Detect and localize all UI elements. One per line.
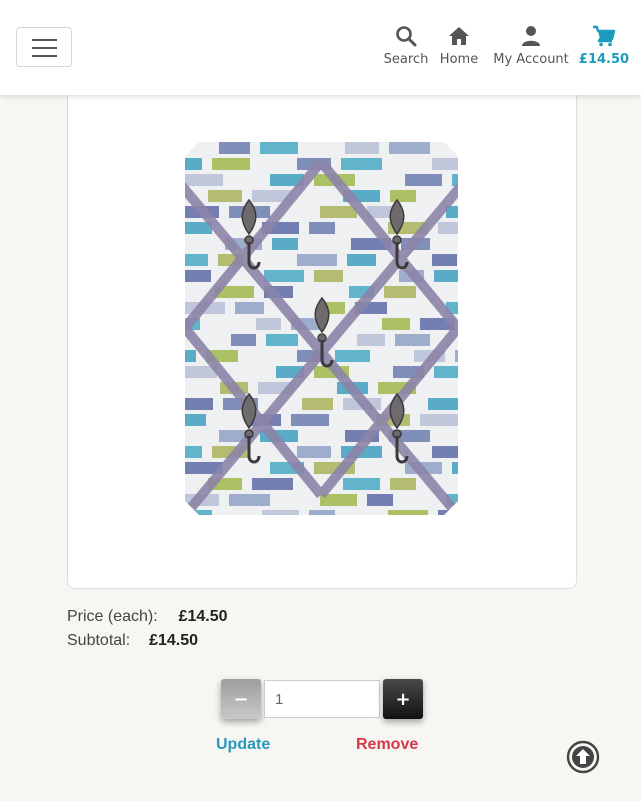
quantity-stepper: − + — [221, 679, 423, 719]
fabric-stripe — [405, 174, 442, 186]
remove-link[interactable]: Remove — [356, 736, 418, 754]
fabric-stripe — [347, 254, 376, 266]
price-each-label: Price (each): — [67, 608, 158, 625]
fabric-stripe — [235, 302, 264, 314]
fabric-stripe — [185, 510, 212, 515]
site-header: Search Home My Account £14.50 — [0, 0, 641, 95]
fabric-stripe — [252, 478, 293, 490]
fabric-stripe — [272, 238, 298, 250]
fabric-stripe — [185, 158, 202, 170]
fabric-stripe — [432, 254, 457, 266]
fabric-stripe — [297, 254, 337, 266]
price-each-line: Price (each): £14.50 — [67, 608, 228, 626]
nav-my-account[interactable]: My Account — [488, 24, 574, 67]
fabric-stripe — [212, 158, 250, 170]
product-card — [67, 60, 577, 589]
nav-home[interactable]: Home — [436, 24, 482, 67]
fabric-stripe — [343, 478, 380, 490]
fabric-stripe — [185, 446, 202, 458]
fabric-stripe — [185, 398, 213, 410]
subtotal-value: £14.50 — [149, 632, 198, 649]
fabric-stripe — [432, 158, 458, 170]
increment-button[interactable]: + — [383, 679, 423, 719]
nav-search-label: Search — [383, 52, 429, 67]
fabric-stripe — [390, 190, 416, 202]
subtotal-line: Subtotal: £14.50 — [67, 632, 198, 650]
fabric-stripe — [291, 414, 329, 426]
nav-home-label: Home — [439, 52, 479, 67]
fabric-stripe — [345, 142, 379, 154]
fabric-stripe — [229, 494, 270, 506]
decrement-button[interactable]: − — [221, 679, 261, 719]
fabric-stripe — [382, 318, 410, 330]
fabric-stripe — [455, 350, 458, 362]
nav-my-account-label: My Account — [493, 52, 569, 67]
fabric-stripe — [185, 350, 196, 362]
home-icon — [449, 27, 469, 45]
fabric-stripe — [341, 158, 382, 170]
user-icon — [522, 26, 540, 46]
fabric-stripe — [335, 350, 370, 362]
fabric-stripe — [420, 414, 458, 426]
fabric-stripe — [367, 494, 393, 506]
hamburger-bar — [32, 39, 57, 41]
fabric-stripe — [438, 222, 458, 234]
fabric-stripe — [434, 270, 458, 282]
nav-search[interactable]: Search — [381, 24, 431, 67]
fabric-stripe — [185, 254, 208, 266]
fabric-stripe — [264, 270, 304, 282]
hamburger-bar — [32, 55, 57, 57]
fabric-stripe — [297, 446, 331, 458]
cart-total: £14.50 — [578, 52, 630, 67]
fabric-stripe — [434, 366, 458, 378]
fabric-stripe — [266, 334, 298, 346]
fabric-stripe — [185, 414, 206, 426]
fabric-stripe — [389, 142, 430, 154]
fabric-stripe — [357, 334, 385, 346]
fabric-stripe — [432, 446, 458, 458]
subtotal-label: Subtotal: — [67, 632, 131, 649]
product-image[interactable] — [185, 142, 458, 515]
fabric-stripe — [428, 398, 458, 410]
fabric-stripe — [185, 270, 211, 282]
update-link[interactable]: Update — [216, 736, 270, 754]
fabric-stripe — [452, 462, 458, 474]
fabric-stripe — [262, 510, 299, 515]
search-icon — [396, 26, 417, 47]
price-each-value: £14.50 — [178, 608, 228, 625]
arrow-up-circle-icon[interactable] — [566, 740, 600, 774]
quantity-input[interactable] — [264, 680, 380, 718]
fabric-stripe — [384, 286, 416, 298]
fabric-stripe — [309, 222, 335, 234]
fabric-stripe — [390, 478, 416, 490]
fabric-stripe — [256, 318, 281, 330]
fabric-stripe — [260, 142, 298, 154]
fabric-stripe — [395, 334, 430, 346]
fabric-stripe — [231, 334, 256, 346]
fabric-stripe — [208, 190, 242, 202]
fabric-stripe — [219, 142, 250, 154]
cart-icon — [593, 25, 616, 47]
nav-cart[interactable]: £14.50 — [578, 24, 630, 67]
hamburger-bar — [32, 47, 57, 49]
fabric-stripe — [320, 206, 357, 218]
fabric-stripe — [314, 270, 343, 282]
fabric-stripe — [302, 398, 333, 410]
fabric-stripe — [185, 174, 223, 186]
menu-toggle-button[interactable] — [16, 27, 72, 67]
fabric-stripe — [388, 510, 428, 515]
fabric-stripe — [309, 510, 335, 515]
